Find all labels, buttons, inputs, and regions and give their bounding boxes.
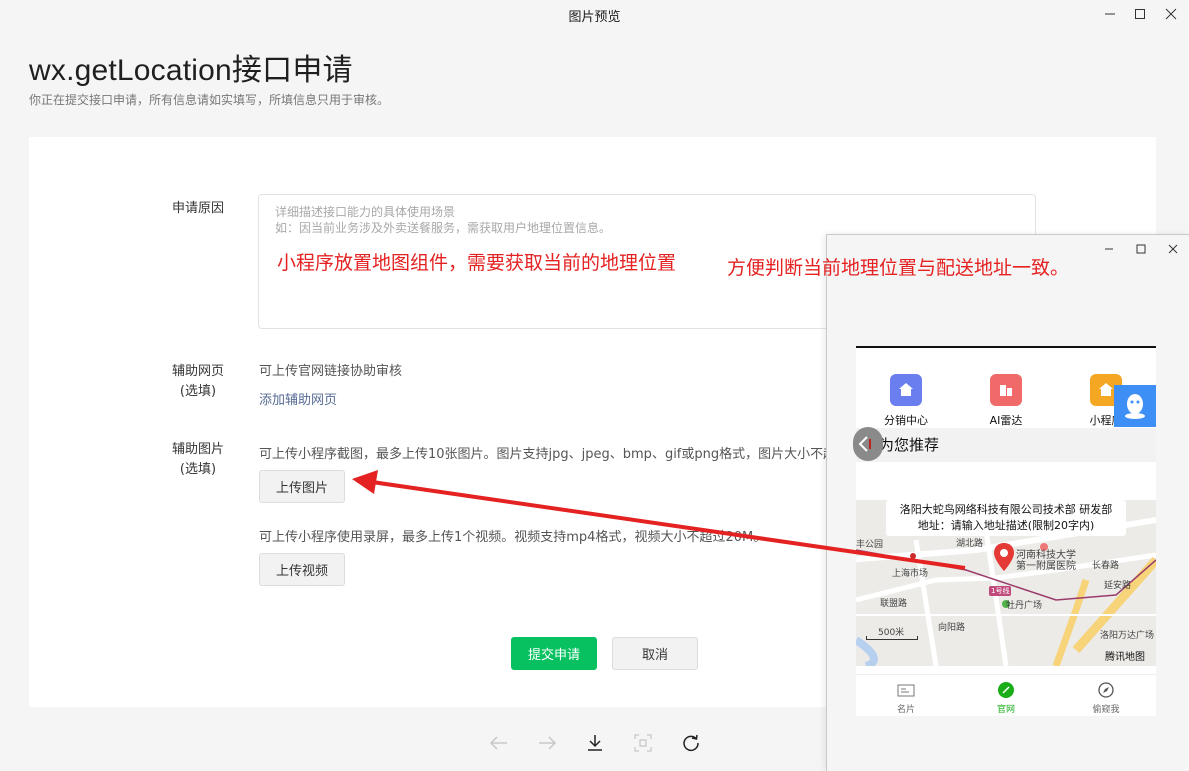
image-label-main: 辅助图片	[171, 442, 224, 457]
add-webpage-link[interactable]: 添加辅助网页	[259, 389, 337, 408]
tab-label: 名片	[896, 705, 915, 715]
cancel-button[interactable]: 取消	[612, 637, 698, 670]
metro-line-badge: 1号线	[989, 586, 1012, 596]
card-icon	[897, 681, 915, 699]
map-view[interactable]: 洛阳大蛇鸟网络科技有限公司技术部 研发部 地址：请输入地址描述(限制20字内) …	[856, 500, 1156, 666]
image-help: 可上传小程序截图，最多上传10张图片。图片支持jpg、jpeg、bmp、gif或…	[259, 447, 850, 462]
page-subtitle: 你正在提交接口申请，所有信息请如实填写，所填信息只用于审核。	[29, 93, 390, 107]
rotate-icon[interactable]	[680, 732, 702, 754]
webpage-label-main: 辅助网页	[171, 364, 224, 379]
map-label: 延安路	[1104, 581, 1132, 591]
window-title: 图片预览	[568, 10, 621, 25]
compass-icon	[1097, 681, 1115, 699]
reason-label: 申请原因	[171, 201, 224, 216]
next-icon[interactable]	[536, 732, 558, 754]
upload-image-button[interactable]: 上传图片	[259, 470, 345, 503]
website-icon	[997, 681, 1015, 699]
reason-placeholder-line2: 如：因当前业务涉及外卖送餐服务，需获取用户地理位置信息。	[275, 221, 612, 235]
map-label: 牡丹广场	[1006, 601, 1043, 611]
map-scale-bar	[866, 636, 918, 640]
mini-tabbar: 名片 官网 偷窥我	[856, 674, 1156, 716]
page-title: wx.getLocation接口申请	[29, 54, 353, 87]
tab-label: 偷窥我	[1092, 705, 1120, 715]
mini-header-line	[856, 346, 1156, 348]
map-label: 洛阳万达广场	[1100, 631, 1155, 641]
map-popup-address: 地址：请输入地址描述(限制20字内)	[917, 519, 1095, 532]
tab-website[interactable]: 官网	[976, 681, 1036, 715]
image-label: 辅助图片 (选填)	[168, 440, 228, 480]
back-arrow-icon[interactable]	[853, 427, 883, 461]
location-pin-icon	[994, 543, 1014, 571]
building-icon	[990, 374, 1022, 406]
map-label: 湖北路	[956, 539, 984, 549]
map-label: 上海市场	[892, 569, 929, 579]
app-label: 分销中心	[884, 414, 928, 427]
map-label: 联盟路	[880, 599, 908, 609]
webpage-help: 可上传官网链接协助审核	[259, 364, 403, 379]
minimize-icon[interactable]	[1098, 3, 1122, 25]
map-info-popup: 洛阳大蛇鸟网络科技有限公司技术部 研发部 地址：请输入地址描述(限制20字内)	[886, 500, 1126, 536]
viewer-titlebar: 图片预览	[0, 0, 1189, 30]
mini-program-screen: 分销中心 AI雷达 小程序 为您推荐 洛阳大蛇鸟网络科技有限公司技术部 研发部 …	[856, 346, 1156, 716]
map-label: 向阳路	[938, 623, 966, 633]
app-ai-radar[interactable]: AI雷达	[971, 374, 1041, 428]
image-label-optional: (选填)	[179, 462, 217, 477]
app-label: AI雷达	[989, 414, 1023, 427]
submit-button[interactable]: 提交申请	[511, 637, 597, 670]
map-popup-name: 洛阳大蛇鸟网络科技有限公司技术部 研发部	[899, 503, 1113, 516]
previous-icon[interactable]	[488, 732, 510, 754]
video-help: 可上传小程序使用录屏，最多上传1个视频。视频支持mp4格式，视频大小不超过20M…	[259, 530, 767, 545]
mini-minimize-icon[interactable]	[1097, 238, 1121, 260]
map-label: 第一附属医院	[1016, 561, 1076, 572]
close-icon[interactable]	[1159, 3, 1183, 25]
map-label: 长春路	[1092, 561, 1120, 571]
maximize-icon[interactable]	[1128, 3, 1152, 25]
tab-card[interactable]: 名片	[876, 681, 936, 715]
upload-video-button[interactable]: 上传视频	[259, 553, 345, 586]
reason-placeholder-line1: 详细描述接口能力的具体使用场景	[275, 205, 456, 219]
distribution-icon	[890, 374, 922, 406]
download-icon[interactable]	[584, 732, 606, 754]
tab-peek[interactable]: 偷窥我	[1076, 681, 1136, 715]
fit-screen-icon[interactable]	[632, 732, 654, 754]
tab-label: 官网	[996, 705, 1015, 715]
app-distribution-center[interactable]: 分销中心	[871, 374, 941, 428]
map-attribution: 腾讯地图	[1105, 652, 1145, 663]
reason-annotation-2: 方便判断当前地理位置与配送地址一致。	[727, 257, 1070, 279]
mini-close-icon[interactable]	[1161, 238, 1185, 260]
webpage-label-optional: (选填)	[179, 384, 217, 399]
qq-service-icon[interactable]	[1114, 385, 1156, 427]
map-label: 丰公园	[856, 540, 884, 550]
webpage-label: 辅助网页 (选填)	[168, 362, 228, 402]
recommend-title: 为您推荐	[879, 436, 940, 454]
mini-maximize-icon[interactable]	[1129, 238, 1153, 260]
reason-annotation-1: 小程序放置地图组件，需要获取当前的地理位置	[277, 252, 677, 274]
